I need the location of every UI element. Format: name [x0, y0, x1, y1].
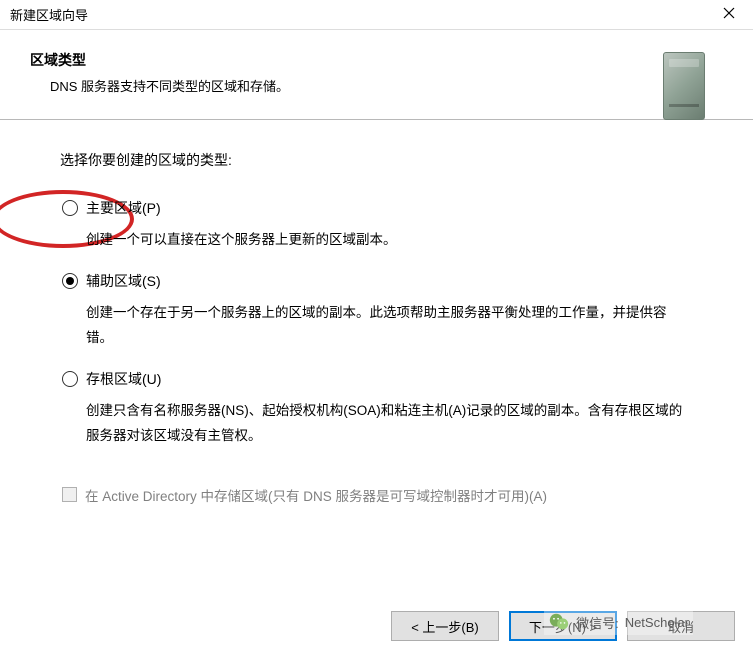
close-button[interactable]	[709, 0, 749, 30]
wizard-content: 选择你要创建的区域的类型: 主要区域(P) 创建一个可以直接在这个服务器上更新的…	[0, 120, 753, 515]
close-icon	[723, 6, 735, 24]
button-label: < 上一步(B)	[411, 617, 479, 636]
zone-type-prompt: 选择你要创建的区域的类型:	[60, 150, 693, 170]
next-button[interactable]: 下一步(N) >	[509, 611, 617, 641]
option-secondary-zone: 辅助区域(S) 创建一个存在于另一个服务器上的区域的副本。此选项帮助主服务器平衡…	[60, 265, 693, 359]
ad-storage-checkbox: 在 Active Directory 中存储区域(只有 DNS 服务器是可写域控…	[60, 485, 693, 505]
checkbox-icon	[62, 487, 77, 502]
server-icon	[663, 52, 705, 120]
cancel-button[interactable]: 取消	[627, 611, 735, 641]
radio-label: 存根区域(U)	[86, 369, 161, 389]
radio-icon	[62, 200, 78, 216]
option-desc: 创建只含有名称服务器(NS)、起始授权机构(SOA)和粘连主机(A)记录的区域的…	[62, 389, 693, 457]
radio-primary-zone[interactable]: 主要区域(P)	[62, 198, 693, 218]
option-primary-zone: 主要区域(P) 创建一个可以直接在这个服务器上更新的区域副本。	[60, 192, 693, 261]
radio-label: 辅助区域(S)	[86, 271, 161, 291]
wizard-button-bar: < 上一步(B) 下一步(N) > 取消	[391, 611, 735, 641]
radio-stub-zone[interactable]: 存根区域(U)	[62, 369, 693, 389]
radio-icon	[62, 371, 78, 387]
back-button[interactable]: < 上一步(B)	[391, 611, 499, 641]
wizard-header: 区域类型 DNS 服务器支持不同类型的区域和存储。	[0, 30, 753, 120]
option-stub-zone: 存根区域(U) 创建只含有名称服务器(NS)、起始授权机构(SOA)和粘连主机(…	[60, 363, 693, 457]
radio-secondary-zone[interactable]: 辅助区域(S)	[62, 271, 693, 291]
header-title: 区域类型	[30, 50, 723, 70]
button-label: 下一步(N) >	[529, 617, 597, 636]
titlebar: 新建区域向导	[0, 0, 753, 30]
checkbox-label: 在 Active Directory 中存储区域(只有 DNS 服务器是可写域控…	[85, 485, 547, 505]
zone-type-options: 主要区域(P) 创建一个可以直接在这个服务器上更新的区域副本。 辅助区域(S) …	[60, 192, 693, 457]
radio-label: 主要区域(P)	[86, 198, 161, 218]
option-desc: 创建一个可以直接在这个服务器上更新的区域副本。	[62, 218, 693, 261]
header-subtitle: DNS 服务器支持不同类型的区域和存储。	[30, 76, 723, 95]
option-desc: 创建一个存在于另一个服务器上的区域的副本。此选项帮助主服务器平衡处理的工作量，并…	[62, 291, 693, 359]
window-title: 新建区域向导	[10, 5, 709, 24]
button-label: 取消	[668, 617, 694, 636]
radio-icon	[62, 273, 78, 289]
